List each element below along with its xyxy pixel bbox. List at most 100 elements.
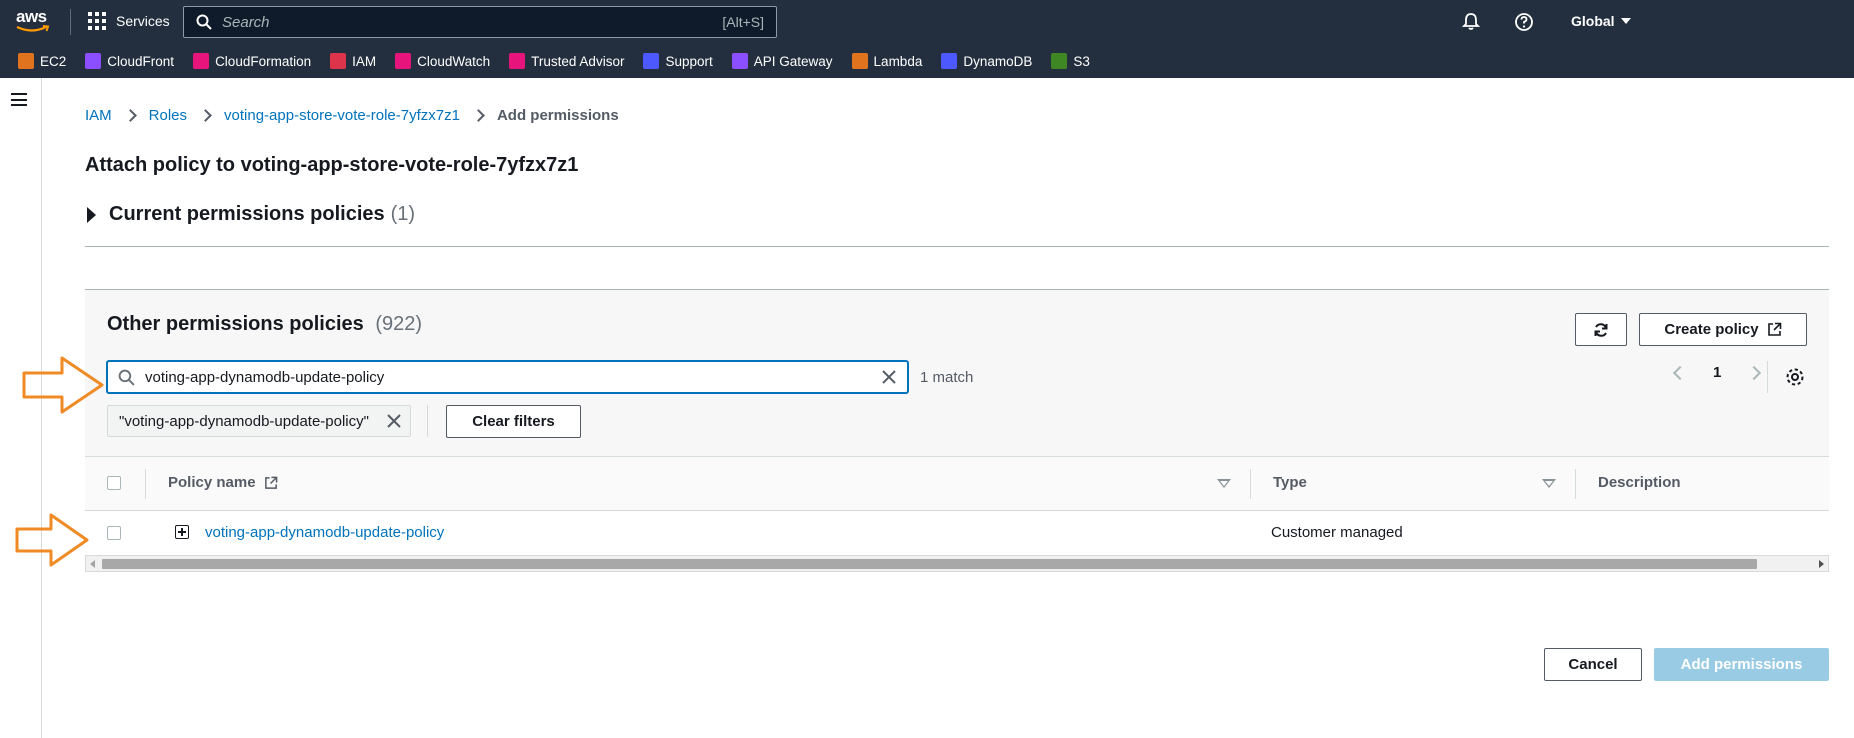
top-navigation: aws Services [Alt+S] Global — [0, 0, 1854, 44]
breadcrumb-role[interactable]: voting-app-store-vote-role-7yfzx7z1 — [224, 107, 460, 124]
current-policies-expander[interactable]: Current permissions policies (1) — [87, 203, 415, 226]
pager-divider — [1767, 361, 1768, 393]
favorite-label: DynamoDB — [963, 53, 1033, 69]
cloudwatch-icon — [395, 53, 412, 69]
dynamodb-icon — [941, 53, 958, 69]
settings-gear-icon[interactable] — [1785, 367, 1805, 387]
column-policy-name[interactable]: Policy name — [168, 474, 278, 491]
aws-logo[interactable]: aws — [16, 8, 52, 34]
sort-icon[interactable] — [1217, 479, 1231, 488]
column-description[interactable]: Description — [1598, 474, 1681, 491]
nav-divider — [70, 9, 71, 35]
section-divider — [85, 246, 1829, 247]
favorite-item[interactable]: CloudFront — [85, 53, 174, 69]
chevron-right-icon — [199, 109, 212, 122]
cloudformation-icon — [193, 53, 210, 69]
policy-filter[interactable] — [107, 361, 908, 393]
caret-down-icon — [1620, 18, 1631, 24]
region-selector[interactable]: Global — [1571, 13, 1631, 29]
favorite-item[interactable]: CloudFormation — [193, 53, 311, 69]
favorite-label: Lambda — [873, 53, 923, 69]
favorite-label: Trusted Advisor — [531, 53, 625, 69]
global-search[interactable]: [Alt+S] — [183, 6, 777, 38]
column-description-label: Description — [1598, 474, 1681, 491]
favorite-item[interactable]: CloudWatch — [395, 53, 490, 69]
row-checkbox[interactable] — [107, 526, 121, 540]
favorite-item[interactable]: Trusted Advisor — [509, 53, 624, 69]
favorite-label: Support — [665, 53, 713, 69]
breadcrumb-roles[interactable]: Roles — [149, 107, 187, 124]
favorite-label: EC2 — [40, 53, 67, 69]
scroll-right-icon[interactable] — [1819, 560, 1824, 568]
refresh-button[interactable] — [1575, 313, 1627, 346]
current-policies-count: (1) — [390, 203, 416, 225]
clear-filters-button[interactable]: Clear filters — [446, 405, 581, 438]
annotation-arrow-icon — [22, 356, 104, 414]
policy-name-link[interactable]: voting-app-dynamodb-update-policy — [205, 524, 444, 541]
external-link-icon — [264, 476, 277, 489]
favorite-item[interactable]: API Gateway — [731, 53, 833, 69]
search-shortcut-hint: [Alt+S] — [722, 14, 764, 30]
menu-icon[interactable] — [11, 93, 27, 107]
favorite-item[interactable]: Support — [643, 53, 713, 69]
favorite-label: CloudWatch — [417, 53, 491, 69]
column-divider — [1250, 469, 1251, 499]
panel-title: Other permissions policies (922) — [107, 313, 422, 336]
search-icon — [196, 14, 212, 30]
annotation-arrow-icon — [15, 513, 89, 567]
grid-icon — [88, 12, 106, 30]
caret-right-icon — [87, 206, 96, 223]
favorite-item[interactable]: DynamoDB — [941, 53, 1032, 69]
column-policy-name-label: Policy name — [168, 474, 256, 491]
breadcrumb-iam[interactable]: IAM — [85, 107, 112, 124]
column-divider — [145, 469, 146, 499]
favorite-label: API Gateway — [753, 53, 833, 69]
refresh-icon — [1594, 322, 1608, 337]
column-type[interactable]: Type — [1273, 474, 1307, 491]
sort-icon[interactable] — [1542, 479, 1556, 488]
clear-icon[interactable] — [881, 369, 897, 385]
external-link-icon — [1767, 322, 1781, 336]
create-policy-label: Create policy — [1664, 321, 1759, 338]
aws-logo-text: aws — [16, 7, 47, 26]
page-number[interactable]: 1 — [1713, 364, 1721, 381]
cloudfront-icon — [85, 53, 102, 69]
panel-title-label: Other permissions policies — [107, 313, 364, 335]
region-label: Global — [1571, 13, 1615, 29]
api-gateway-icon — [731, 53, 748, 69]
chevron-right-icon — [472, 109, 485, 122]
add-permissions-button[interactable]: Add permissions — [1654, 648, 1829, 681]
horizontal-scrollbar[interactable] — [85, 555, 1829, 572]
aws-smile-icon — [16, 25, 50, 32]
favorite-item[interactable]: IAM — [330, 53, 376, 69]
favorite-label: CloudFormation — [215, 53, 312, 69]
previous-page-icon[interactable] — [1672, 365, 1688, 380]
next-page-icon[interactable] — [1747, 365, 1762, 380]
scrollbar-thumb[interactable] — [102, 559, 1757, 569]
create-policy-button[interactable]: Create policy — [1639, 313, 1807, 346]
help-icon[interactable] — [1514, 12, 1534, 32]
favorites-bar: EC2 CloudFront CloudFormation IAM CloudWatch… — [0, 44, 1854, 78]
select-all-checkbox[interactable] — [107, 476, 121, 490]
column-divider — [1575, 469, 1576, 499]
table-header: Policy name Type Description — [85, 456, 1829, 511]
other-policies-panel: Other permissions policies (922) Create … — [85, 289, 1829, 572]
policy-filter-input[interactable] — [145, 368, 881, 386]
favorite-item[interactable]: Lambda — [851, 53, 923, 69]
ec2-icon — [18, 53, 34, 69]
favorite-item[interactable]: EC2 — [18, 53, 66, 69]
s3-icon — [1051, 53, 1068, 69]
favorite-item[interactable]: S3 — [1051, 53, 1090, 69]
current-policies-label: Current permissions policies — [109, 203, 385, 225]
clear-filters-label: Clear filters — [472, 413, 555, 430]
filter-token: "voting-app-dynamodb-update-policy" — [107, 405, 411, 437]
breadcrumb: IAM Roles voting-app-store-vote-role-7yf… — [85, 107, 619, 124]
services-menu-button[interactable]: Services — [88, 12, 170, 30]
global-search-input[interactable] — [222, 13, 723, 31]
cancel-button[interactable]: Cancel — [1544, 648, 1642, 681]
column-type-label: Type — [1273, 474, 1307, 491]
expand-row-icon[interactable] — [175, 525, 189, 539]
add-permissions-label: Add permissions — [1680, 656, 1803, 673]
remove-filter-icon[interactable] — [386, 413, 402, 429]
bell-icon[interactable] — [1461, 12, 1481, 32]
